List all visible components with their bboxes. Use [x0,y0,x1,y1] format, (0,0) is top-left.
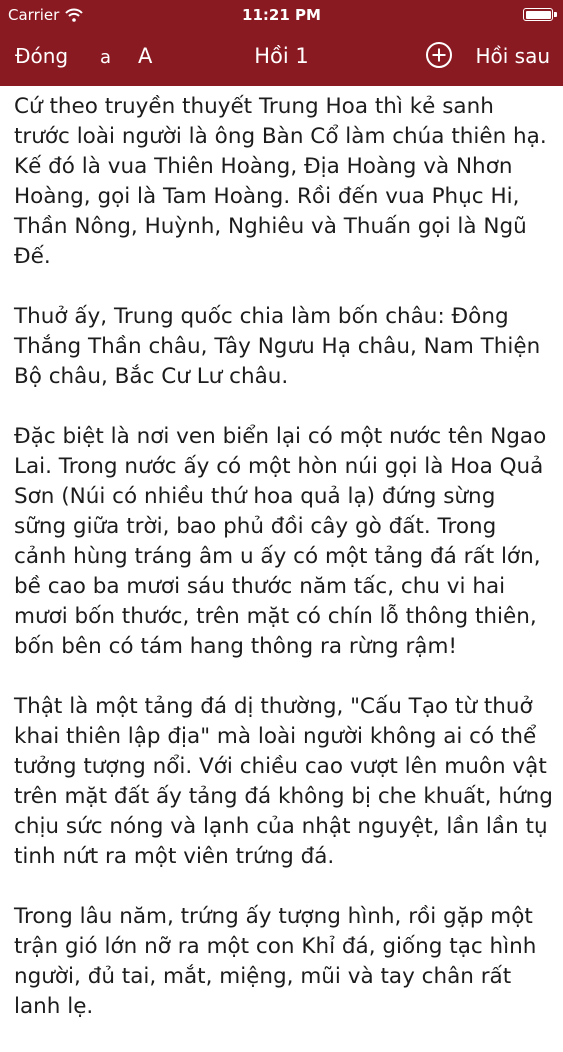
chapter-content: Cứ theo truyền thuyết Trung Hoa thì kẻ s… [14,92,554,1052]
navigation-bar: Đóng a A Hồi 1 Hồi sau [0,38,563,78]
paragraph: Thật là một tảng đá dị thường, "Cấu Tạo … [14,694,553,869]
status-bar: Carrier 11:21 PM [0,0,563,30]
add-bookmark-button[interactable] [425,41,453,69]
paragraph: Đặc biệt là nơi ven biển lại có một nước… [14,424,547,659]
paragraph: Cứ theo truyền thuyết Trung Hoa thì kẻ s… [14,94,547,269]
paragraph: Thuở ấy, Trung quốc chia làm bốn châu: Đ… [14,304,541,389]
battery-icon [523,8,557,21]
status-time: 11:21 PM [242,6,321,24]
top-bar: Carrier 11:21 PM Đóng a A Hồi 1 Hồi sau [0,0,563,86]
chapter-title-text: Hồi 1 [254,44,309,68]
paragraph: Trong lâu năm, trứng ấy tượng hình, rồi … [14,904,537,1019]
next-chapter-button[interactable]: Hồi sau [475,44,550,68]
